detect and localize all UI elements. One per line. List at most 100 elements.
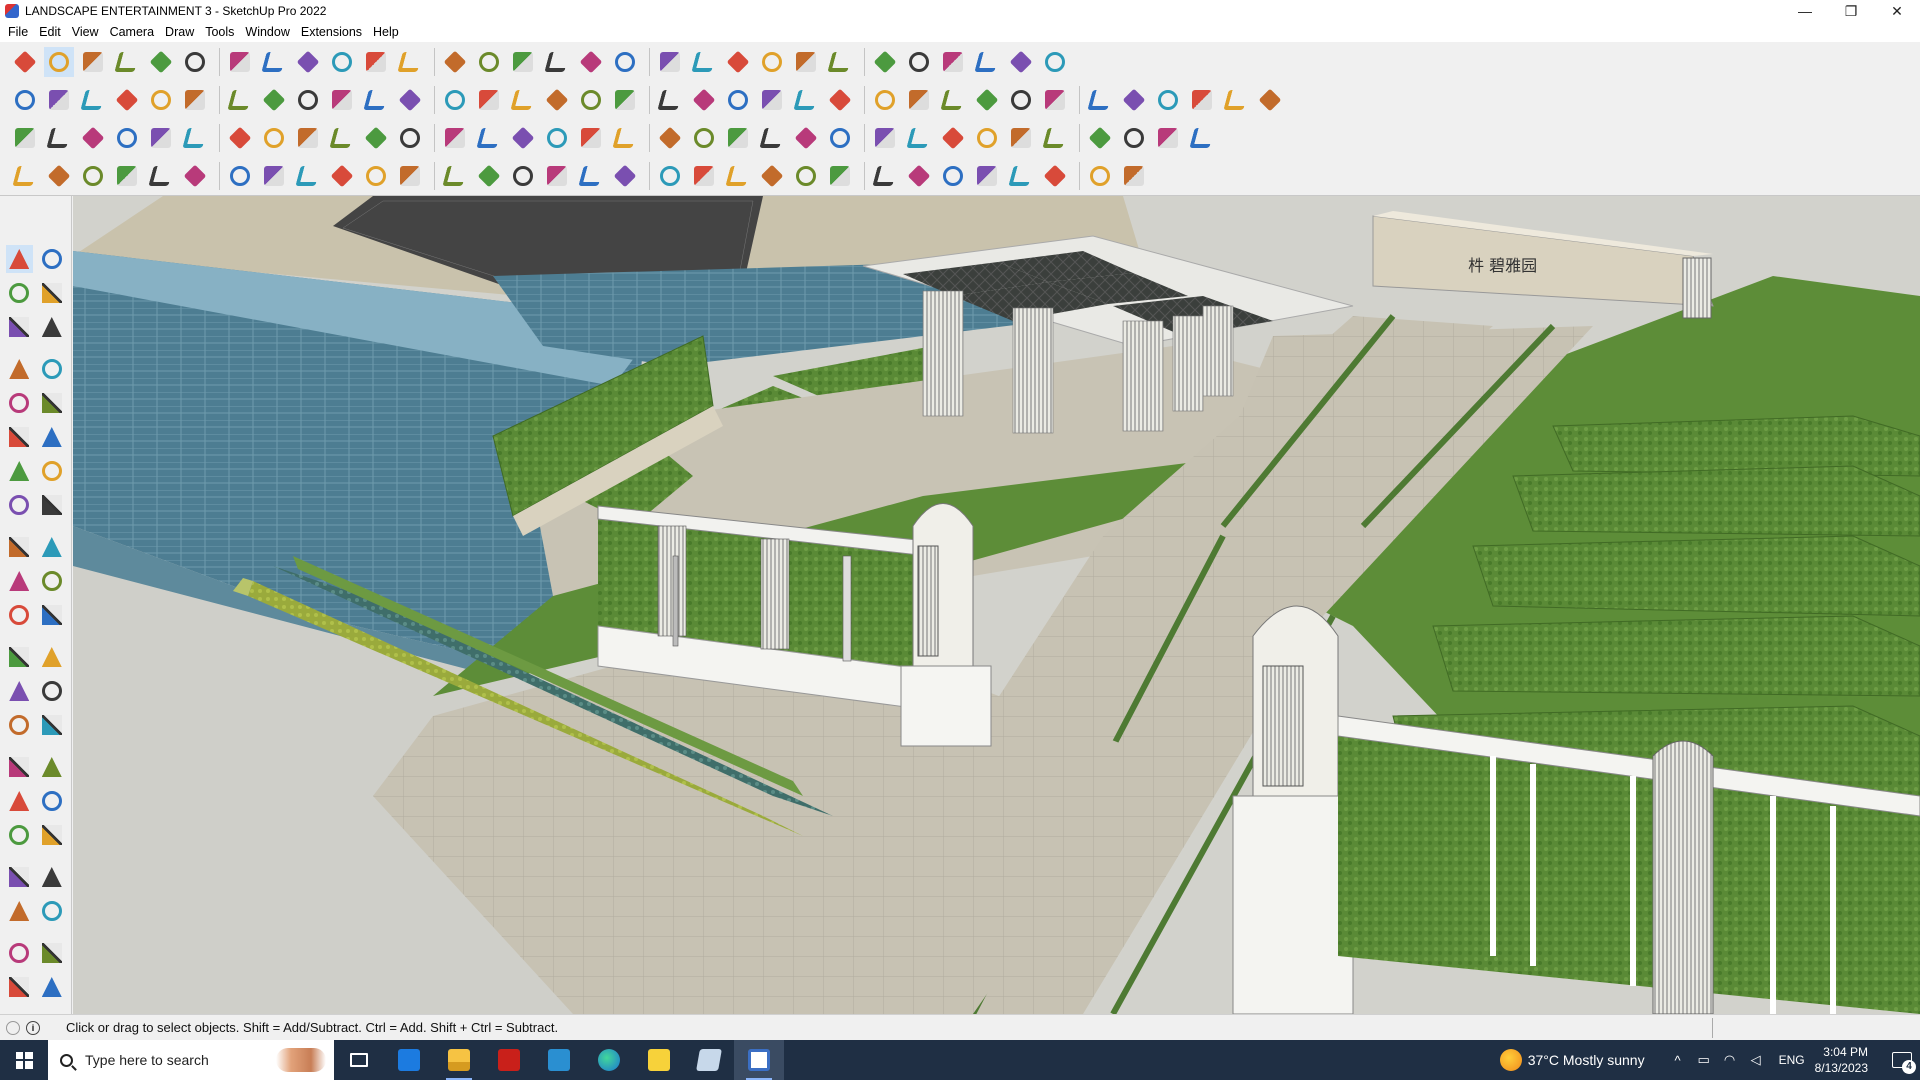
look-around-button[interactable] bbox=[39, 863, 66, 891]
move-button[interactable] bbox=[6, 533, 33, 561]
profile-tool-button[interactable] bbox=[610, 123, 640, 153]
notification-center-button[interactable]: 4 bbox=[1884, 1040, 1920, 1080]
left-tool-button[interactable] bbox=[1040, 85, 1070, 115]
three-point-arc-button[interactable] bbox=[39, 491, 66, 519]
menu-camera[interactable]: Camera bbox=[108, 25, 163, 39]
back-tool-button[interactable] bbox=[1006, 85, 1036, 115]
railing-tool-button[interactable] bbox=[508, 161, 538, 191]
position-camera-button[interactable] bbox=[6, 863, 33, 891]
grid-tool-button[interactable] bbox=[757, 161, 787, 191]
spline-tool-button[interactable] bbox=[791, 161, 821, 191]
rotated-rect-button[interactable] bbox=[39, 389, 66, 417]
zoom-extents-button[interactable] bbox=[6, 821, 33, 849]
weld-tool-button[interactable] bbox=[1040, 123, 1070, 153]
move-tool-button[interactable] bbox=[293, 47, 323, 77]
vertex-tool-button[interactable] bbox=[825, 161, 855, 191]
stamp-tool-button[interactable] bbox=[542, 85, 572, 115]
monitor-icon[interactable]: ▭ bbox=[1693, 1052, 1715, 1068]
text-button[interactable] bbox=[39, 677, 66, 705]
front-tool-button[interactable] bbox=[938, 85, 968, 115]
union-tool-button[interactable] bbox=[825, 123, 855, 153]
taskbar-search[interactable]: Type here to search bbox=[48, 1040, 334, 1080]
two-point-arc-button[interactable] bbox=[39, 457, 66, 485]
trim-tool-button[interactable] bbox=[904, 123, 934, 153]
start-button[interactable] bbox=[0, 1040, 48, 1080]
language-indicator[interactable]: ENG bbox=[1779, 1053, 1805, 1067]
eraser-tool-button[interactable] bbox=[78, 47, 108, 77]
minimize-button[interactable]: — bbox=[1782, 0, 1828, 22]
rectangle-button[interactable] bbox=[6, 389, 33, 417]
geo-tool-button[interactable] bbox=[938, 47, 968, 77]
axes-button[interactable] bbox=[6, 711, 33, 739]
cleanup-tool-button[interactable] bbox=[542, 123, 572, 153]
push-pull-button[interactable] bbox=[39, 533, 66, 561]
solid-tools-tool-button[interactable] bbox=[10, 123, 40, 153]
back-tool-button[interactable] bbox=[146, 85, 176, 115]
menu-extensions[interactable]: Extensions bbox=[299, 25, 371, 39]
polyline-tool-button[interactable] bbox=[180, 161, 210, 191]
orbit-tool-button[interactable] bbox=[6, 753, 33, 781]
drape-tool-button[interactable] bbox=[576, 85, 606, 115]
extension-warehouse-button[interactable] bbox=[39, 939, 66, 967]
taskbar-style-builder[interactable] bbox=[684, 1040, 734, 1080]
select-tool-button[interactable] bbox=[44, 47, 74, 77]
intersect-tool-button[interactable] bbox=[395, 123, 425, 153]
paint-tool-button[interactable] bbox=[474, 47, 504, 77]
door-tool-button[interactable] bbox=[689, 85, 719, 115]
scale-tool-button[interactable] bbox=[361, 47, 391, 77]
walk-button[interactable] bbox=[6, 897, 33, 925]
lattice-tool-button[interactable] bbox=[361, 161, 391, 191]
circle-button[interactable] bbox=[6, 423, 33, 451]
stack-tool-button[interactable] bbox=[576, 161, 606, 191]
taskbar-acrobat[interactable] bbox=[484, 1040, 534, 1080]
follow-tool-button[interactable] bbox=[440, 123, 470, 153]
eraser-tool-button[interactable] bbox=[1040, 47, 1070, 77]
solid-tools-tool-button[interactable] bbox=[791, 123, 821, 153]
house-tool-button[interactable] bbox=[655, 85, 685, 115]
polyline-tool-button[interactable] bbox=[938, 161, 968, 191]
layout-button[interactable] bbox=[6, 973, 33, 1001]
zoom-button[interactable] bbox=[6, 787, 33, 815]
geo-location-icon[interactable] bbox=[6, 1020, 20, 1035]
round-corner-tool-button[interactable] bbox=[180, 123, 210, 153]
extrude-tool-button[interactable] bbox=[474, 123, 504, 153]
zoom-tool-button[interactable] bbox=[972, 47, 1002, 77]
arc-tool-button[interactable] bbox=[146, 47, 176, 77]
hidden-tool-button[interactable] bbox=[327, 85, 357, 115]
rail-tool-button[interactable] bbox=[1040, 161, 1070, 191]
menu-help[interactable]: Help bbox=[371, 25, 408, 39]
taskbar-sticky-notes[interactable] bbox=[634, 1040, 684, 1080]
shaded-tool-button[interactable] bbox=[361, 85, 391, 115]
zoom-extents-tool-button[interactable] bbox=[610, 47, 640, 77]
top-tool-button[interactable] bbox=[44, 85, 74, 115]
fillet-tool-button[interactable] bbox=[1119, 123, 1149, 153]
taskbar-edge[interactable] bbox=[584, 1040, 634, 1080]
edge-tools-tool-button[interactable] bbox=[146, 161, 176, 191]
tape-measure-button[interactable] bbox=[6, 643, 33, 671]
wire-tool-button[interactable] bbox=[1153, 85, 1183, 115]
grid-tool-button[interactable] bbox=[10, 161, 40, 191]
selection-tools-tool-button[interactable] bbox=[825, 85, 855, 115]
scale-button[interactable] bbox=[6, 601, 33, 629]
zoom-window-button[interactable] bbox=[39, 787, 66, 815]
xray-tool-button[interactable] bbox=[259, 85, 289, 115]
menu-file[interactable]: File bbox=[6, 25, 37, 39]
rotate-button[interactable] bbox=[6, 567, 33, 595]
textured-tool-button[interactable] bbox=[395, 85, 425, 115]
polygon-button[interactable] bbox=[39, 423, 66, 451]
edge-tools-tool-button[interactable] bbox=[904, 161, 934, 191]
weld-tool-button[interactable] bbox=[259, 123, 289, 153]
pan-button[interactable] bbox=[39, 753, 66, 781]
split-tool-button[interactable] bbox=[938, 123, 968, 153]
warehouse-button[interactable] bbox=[6, 939, 33, 967]
zoom-tool-tool-button[interactable] bbox=[576, 47, 606, 77]
weather-sun-icon[interactable] bbox=[1499, 1049, 1522, 1071]
subtract-tool-button[interactable] bbox=[870, 123, 900, 153]
loft-tool-button[interactable] bbox=[259, 161, 289, 191]
follow-me-button[interactable] bbox=[39, 567, 66, 595]
wifi-icon[interactable]: ◠ bbox=[1719, 1052, 1741, 1068]
bottom-tool-button[interactable] bbox=[225, 85, 255, 115]
hidden-tool-button[interactable] bbox=[1187, 85, 1217, 115]
right-tool-button[interactable] bbox=[112, 85, 142, 115]
shingle-tool-button[interactable] bbox=[542, 161, 572, 191]
